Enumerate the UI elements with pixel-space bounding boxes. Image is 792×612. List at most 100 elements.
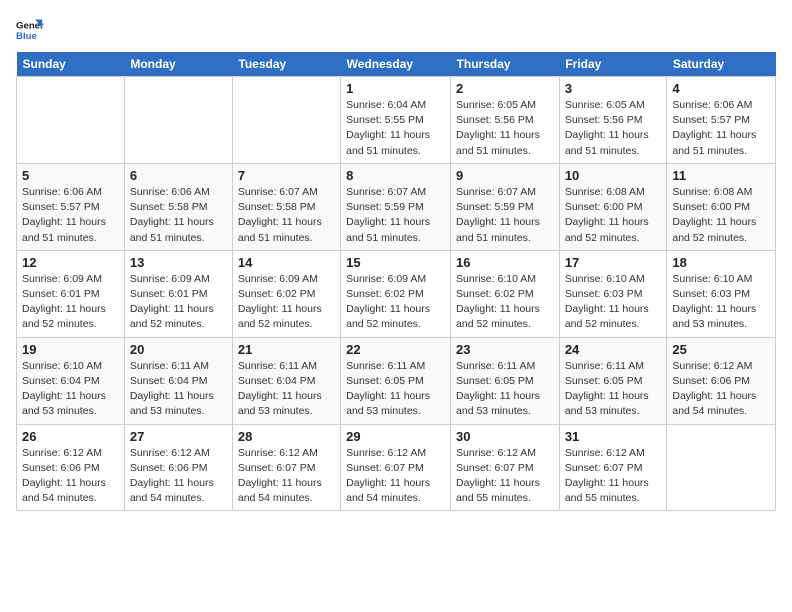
day-number: 23 bbox=[456, 342, 554, 357]
calendar-week-row: 5 Sunrise: 6:06 AM Sunset: 5:57 PM Daylig… bbox=[17, 163, 776, 250]
day-number: 4 bbox=[672, 81, 770, 96]
calendar-cell: 17 Sunrise: 6:10 AM Sunset: 6:03 PM Dayli… bbox=[559, 250, 667, 337]
dow-header: Friday bbox=[559, 52, 667, 77]
day-info: Sunrise: 6:10 AM Sunset: 6:03 PM Dayligh… bbox=[565, 272, 662, 333]
day-number: 17 bbox=[565, 255, 662, 270]
day-info: Sunrise: 6:05 AM Sunset: 5:56 PM Dayligh… bbox=[456, 98, 554, 159]
calendar-cell: 31 Sunrise: 6:12 AM Sunset: 6:07 PM Dayli… bbox=[559, 424, 667, 511]
svg-text:Blue: Blue bbox=[16, 31, 37, 42]
day-info: Sunrise: 6:11 AM Sunset: 6:05 PM Dayligh… bbox=[565, 359, 662, 420]
dow-header: Tuesday bbox=[232, 52, 340, 77]
calendar-cell: 8 Sunrise: 6:07 AM Sunset: 5:59 PM Daylig… bbox=[341, 163, 451, 250]
day-number: 18 bbox=[672, 255, 770, 270]
day-info: Sunrise: 6:10 AM Sunset: 6:03 PM Dayligh… bbox=[672, 272, 770, 333]
day-number: 5 bbox=[22, 168, 119, 183]
day-info: Sunrise: 6:12 AM Sunset: 6:07 PM Dayligh… bbox=[346, 446, 445, 507]
day-info: Sunrise: 6:09 AM Sunset: 6:01 PM Dayligh… bbox=[130, 272, 227, 333]
calendar-cell: 1Sunrise: 6:04 AM Sunset: 5:55 PM Daylig… bbox=[341, 77, 451, 164]
day-number: 9 bbox=[456, 168, 554, 183]
day-number: 21 bbox=[238, 342, 335, 357]
day-number: 22 bbox=[346, 342, 445, 357]
dow-header: Monday bbox=[124, 52, 232, 77]
day-number: 20 bbox=[130, 342, 227, 357]
calendar-cell: 19 Sunrise: 6:10 AM Sunset: 6:04 PM Dayli… bbox=[17, 337, 125, 424]
calendar-cell: 18 Sunrise: 6:10 AM Sunset: 6:03 PM Dayli… bbox=[667, 250, 776, 337]
calendar-cell: 23 Sunrise: 6:11 AM Sunset: 6:05 PM Dayli… bbox=[451, 337, 560, 424]
day-number: 31 bbox=[565, 429, 662, 444]
calendar-cell: 28 Sunrise: 6:12 AM Sunset: 6:07 PM Dayli… bbox=[232, 424, 340, 511]
calendar-week-row: 1Sunrise: 6:04 AM Sunset: 5:55 PM Daylig… bbox=[17, 77, 776, 164]
day-info: Sunrise: 6:10 AM Sunset: 6:04 PM Dayligh… bbox=[22, 359, 119, 420]
day-info: Sunrise: 6:09 AM Sunset: 6:01 PM Dayligh… bbox=[22, 272, 119, 333]
dow-header: Wednesday bbox=[341, 52, 451, 77]
logo-icon: General Blue bbox=[16, 16, 44, 44]
day-number: 19 bbox=[22, 342, 119, 357]
day-info: Sunrise: 6:11 AM Sunset: 6:04 PM Dayligh… bbox=[238, 359, 335, 420]
calendar-cell: 22 Sunrise: 6:11 AM Sunset: 6:05 PM Dayli… bbox=[341, 337, 451, 424]
calendar-cell bbox=[17, 77, 125, 164]
day-number: 26 bbox=[22, 429, 119, 444]
calendar-cell: 5 Sunrise: 6:06 AM Sunset: 5:57 PM Daylig… bbox=[17, 163, 125, 250]
calendar-table: SundayMondayTuesdayWednesdayThursdayFrid… bbox=[16, 52, 776, 511]
day-number: 7 bbox=[238, 168, 335, 183]
dow-header: Saturday bbox=[667, 52, 776, 77]
calendar-week-row: 19 Sunrise: 6:10 AM Sunset: 6:04 PM Dayli… bbox=[17, 337, 776, 424]
calendar-cell bbox=[232, 77, 340, 164]
day-number: 3 bbox=[565, 81, 662, 96]
day-info: Sunrise: 6:04 AM Sunset: 5:55 PM Dayligh… bbox=[346, 98, 445, 159]
dow-header: Thursday bbox=[451, 52, 560, 77]
day-info: Sunrise: 6:12 AM Sunset: 6:06 PM Dayligh… bbox=[672, 359, 770, 420]
day-number: 27 bbox=[130, 429, 227, 444]
calendar-cell: 20Sunrise: 6:11 AM Sunset: 6:04 PM Dayli… bbox=[124, 337, 232, 424]
dow-header: Sunday bbox=[17, 52, 125, 77]
calendar-cell: 24 Sunrise: 6:11 AM Sunset: 6:05 PM Dayli… bbox=[559, 337, 667, 424]
calendar-cell: 14 Sunrise: 6:09 AM Sunset: 6:02 PM Dayli… bbox=[232, 250, 340, 337]
day-of-week-row: SundayMondayTuesdayWednesdayThursdayFrid… bbox=[17, 52, 776, 77]
day-info: Sunrise: 6:06 AM Sunset: 5:58 PM Dayligh… bbox=[130, 185, 227, 246]
day-info: Sunrise: 6:11 AM Sunset: 6:05 PM Dayligh… bbox=[456, 359, 554, 420]
day-info: Sunrise: 6:06 AM Sunset: 5:57 PM Dayligh… bbox=[22, 185, 119, 246]
day-number: 15 bbox=[346, 255, 445, 270]
day-number: 28 bbox=[238, 429, 335, 444]
calendar-cell: 13 Sunrise: 6:09 AM Sunset: 6:01 PM Dayli… bbox=[124, 250, 232, 337]
calendar-cell: 15Sunrise: 6:09 AM Sunset: 6:02 PM Dayli… bbox=[341, 250, 451, 337]
calendar-cell: 7 Sunrise: 6:07 AM Sunset: 5:58 PM Daylig… bbox=[232, 163, 340, 250]
day-number: 8 bbox=[346, 168, 445, 183]
day-info: Sunrise: 6:12 AM Sunset: 6:06 PM Dayligh… bbox=[130, 446, 227, 507]
day-number: 29 bbox=[346, 429, 445, 444]
day-info: Sunrise: 6:08 AM Sunset: 6:00 PM Dayligh… bbox=[565, 185, 662, 246]
calendar-body: 1Sunrise: 6:04 AM Sunset: 5:55 PM Daylig… bbox=[17, 77, 776, 511]
calendar-cell: 2 Sunrise: 6:05 AM Sunset: 5:56 PM Daylig… bbox=[451, 77, 560, 164]
day-number: 12 bbox=[22, 255, 119, 270]
day-info: Sunrise: 6:08 AM Sunset: 6:00 PM Dayligh… bbox=[672, 185, 770, 246]
calendar-cell: 30Sunrise: 6:12 AM Sunset: 6:07 PM Dayli… bbox=[451, 424, 560, 511]
calendar-cell: 3 Sunrise: 6:05 AM Sunset: 5:56 PM Daylig… bbox=[559, 77, 667, 164]
day-number: 25 bbox=[672, 342, 770, 357]
day-info: Sunrise: 6:05 AM Sunset: 5:56 PM Dayligh… bbox=[565, 98, 662, 159]
day-info: Sunrise: 6:07 AM Sunset: 5:59 PM Dayligh… bbox=[346, 185, 445, 246]
calendar-week-row: 26 Sunrise: 6:12 AM Sunset: 6:06 PM Dayli… bbox=[17, 424, 776, 511]
day-number: 16 bbox=[456, 255, 554, 270]
day-info: Sunrise: 6:09 AM Sunset: 6:02 PM Dayligh… bbox=[238, 272, 335, 333]
calendar-cell: 6Sunrise: 6:06 AM Sunset: 5:58 PM Daylig… bbox=[124, 163, 232, 250]
calendar-cell: 21 Sunrise: 6:11 AM Sunset: 6:04 PM Dayli… bbox=[232, 337, 340, 424]
calendar-cell: 29 Sunrise: 6:12 AM Sunset: 6:07 PM Dayli… bbox=[341, 424, 451, 511]
day-info: Sunrise: 6:07 AM Sunset: 5:58 PM Dayligh… bbox=[238, 185, 335, 246]
day-number: 24 bbox=[565, 342, 662, 357]
day-number: 14 bbox=[238, 255, 335, 270]
day-number: 13 bbox=[130, 255, 227, 270]
calendar-cell bbox=[667, 424, 776, 511]
calendar-cell: 11Sunrise: 6:08 AM Sunset: 6:00 PM Dayli… bbox=[667, 163, 776, 250]
calendar-cell: 27 Sunrise: 6:12 AM Sunset: 6:06 PM Dayli… bbox=[124, 424, 232, 511]
calendar-cell: 4Sunrise: 6:06 AM Sunset: 5:57 PM Daylig… bbox=[667, 77, 776, 164]
day-info: Sunrise: 6:12 AM Sunset: 6:07 PM Dayligh… bbox=[238, 446, 335, 507]
day-info: Sunrise: 6:11 AM Sunset: 6:05 PM Dayligh… bbox=[346, 359, 445, 420]
calendar-cell: 9Sunrise: 6:07 AM Sunset: 5:59 PM Daylig… bbox=[451, 163, 560, 250]
day-number: 2 bbox=[456, 81, 554, 96]
day-info: Sunrise: 6:12 AM Sunset: 6:07 PM Dayligh… bbox=[565, 446, 662, 507]
calendar-week-row: 12 Sunrise: 6:09 AM Sunset: 6:01 PM Dayli… bbox=[17, 250, 776, 337]
calendar-cell: 16Sunrise: 6:10 AM Sunset: 6:02 PM Dayli… bbox=[451, 250, 560, 337]
day-number: 10 bbox=[565, 168, 662, 183]
day-info: Sunrise: 6:12 AM Sunset: 6:07 PM Dayligh… bbox=[456, 446, 554, 507]
day-info: Sunrise: 6:12 AM Sunset: 6:06 PM Dayligh… bbox=[22, 446, 119, 507]
